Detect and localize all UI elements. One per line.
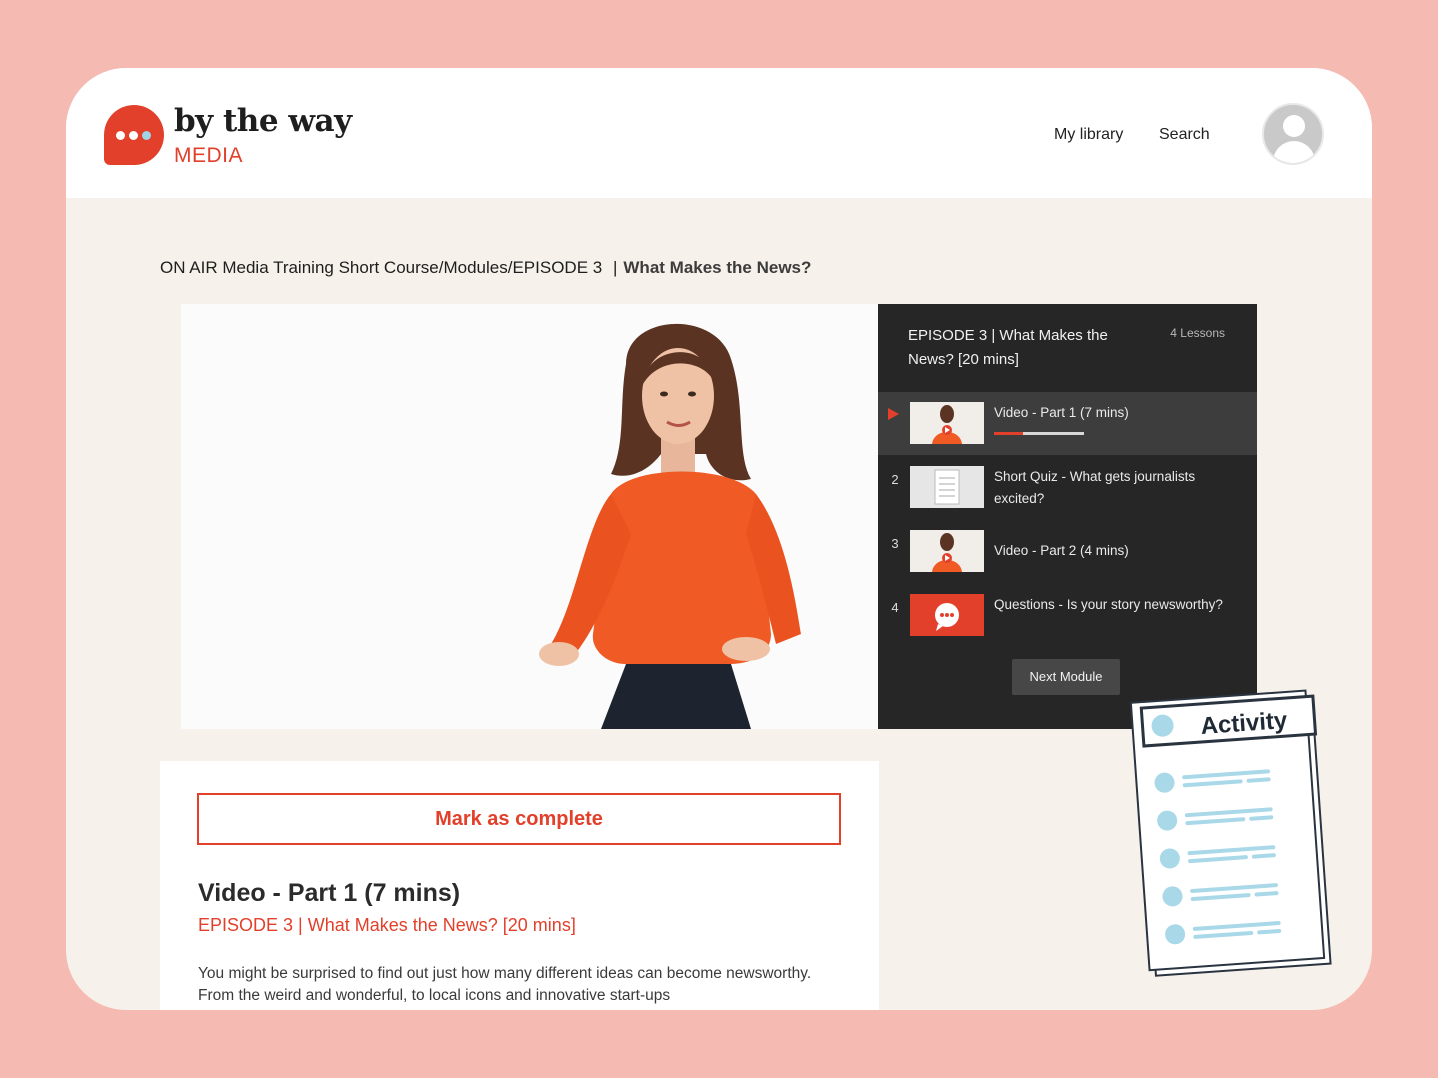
logo-dot xyxy=(116,131,125,140)
breadcrumb-episode[interactable]: EPISODE 3 xyxy=(512,258,602,277)
logo-name[interactable]: by the way xyxy=(174,104,352,138)
nav-my-library[interactable]: My library xyxy=(1054,126,1123,144)
playlist-item[interactable]: Video - Part 1 (7 mins) xyxy=(878,392,1257,455)
playlist-item-number: 3 xyxy=(891,536,899,551)
playlist-item-number: 2 xyxy=(891,472,899,487)
lesson-progress-fill xyxy=(994,432,1023,435)
lesson-episode: EPISODE 3 | What Makes the News? [20 min… xyxy=(198,915,576,935)
next-module-button[interactable]: Next Module xyxy=(1012,659,1120,695)
playlist-item[interactable]: 3 Video - Part 2 (4 mins) xyxy=(878,520,1257,583)
presenter-image xyxy=(539,323,801,729)
lesson-title: Video - Part 1 (7 mins) xyxy=(198,879,461,907)
playlist-title: EPISODE 3 | What Makes the News? [20 min… xyxy=(908,327,1108,368)
nav-search[interactable]: Search xyxy=(1159,126,1210,144)
chat-thumbnail xyxy=(910,594,984,636)
logo-dot xyxy=(142,131,151,140)
quiz-thumbnail xyxy=(910,466,984,508)
lesson-content: Mark as complete Video - Part 1 (7 mins)… xyxy=(160,761,879,1010)
activity-card-illustration: Activity xyxy=(1129,689,1332,977)
playlist-item-label: Video - Part 1 (7 mins) xyxy=(994,405,1129,420)
user-avatar-icon[interactable] xyxy=(1262,103,1324,165)
playlist-item-label: Short Quiz - What gets journalists excit… xyxy=(994,469,1196,506)
playlist-item-number: 4 xyxy=(891,600,899,615)
avatar-head xyxy=(1283,115,1305,137)
playlist-item[interactable]: 4 Questions - Is your story newsworthy? xyxy=(878,584,1257,647)
avatar-body xyxy=(1273,141,1315,163)
breadcrumb-current: What Makes the News? xyxy=(623,258,812,277)
lesson-count: 4 Lessons xyxy=(1170,326,1225,340)
lesson-description: You might be surprised to find out just … xyxy=(198,965,812,1004)
header: by the way MEDIA My library Search xyxy=(66,68,1372,198)
breadcrumb-course[interactable]: ON AIR Media Training Short Course xyxy=(160,258,439,277)
logo-dot xyxy=(129,131,138,140)
breadcrumb-modules[interactable]: Modules xyxy=(443,258,507,277)
breadcrumb: ON AIR Media Training Short Course/Modul… xyxy=(160,258,811,278)
logo-icon[interactable] xyxy=(104,105,164,165)
lesson-progress-bar xyxy=(994,432,1084,435)
playlist-item[interactable]: 2 Short Quiz - What gets journalists exc… xyxy=(878,456,1257,519)
playlist-item-label: Video - Part 2 (4 mins) xyxy=(994,543,1129,558)
breadcrumb-pipe: | xyxy=(612,258,618,277)
video-thumbnail xyxy=(910,530,984,572)
lesson-playlist: EPISODE 3 | What Makes the News? [20 min… xyxy=(878,304,1257,729)
mark-complete-button[interactable]: Mark as complete xyxy=(197,793,841,845)
playlist-item-label: Questions - Is your story newsworthy? xyxy=(994,597,1223,612)
now-playing-icon xyxy=(888,408,899,420)
video-player[interactable] xyxy=(181,304,878,729)
logo-sub[interactable]: MEDIA xyxy=(174,144,243,168)
video-thumbnail xyxy=(910,402,984,444)
